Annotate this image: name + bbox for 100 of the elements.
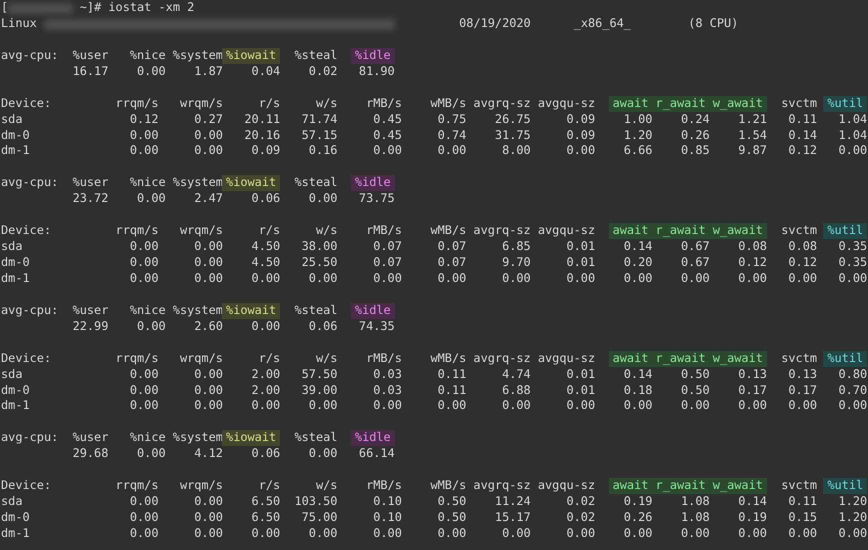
cpu-value: 22.99 [72, 318, 108, 335]
column-header: w_await [708, 223, 767, 240]
device-name: dm-0 [1, 510, 31, 526]
device-value: 1.08 [680, 510, 710, 526]
device-value: 39.00 [300, 382, 338, 398]
column-header: wMB/s [430, 478, 466, 494]
device-value: 57.50 [300, 366, 338, 382]
column-header: r/s [258, 350, 280, 367]
column-header: w/s [316, 223, 338, 240]
device-value: 0.00 [128, 366, 158, 382]
cpu-value: 0.00 [250, 318, 280, 335]
device-value: 0.00 [622, 270, 652, 287]
cpu-value: 73.75 [358, 191, 395, 208]
device-value: 0.00 [128, 128, 158, 144]
device-value: 0.17 [787, 382, 818, 398]
device-value: 11.24 [494, 494, 531, 510]
column-header: wrqm/s [180, 350, 223, 367]
column-header: %nice [130, 48, 166, 64]
column-header: %iowait [222, 302, 280, 319]
device-value: 0.00 [193, 128, 223, 144]
device-value: 0.00 [372, 526, 402, 542]
device-value: 0.00 [436, 143, 466, 160]
device-value: 0.00 [193, 239, 223, 255]
column-header: %steal [294, 430, 338, 446]
device-value: 0.75 [436, 112, 466, 128]
cpu-value: 29.68 [72, 446, 108, 462]
device-name: sda [1, 366, 24, 382]
device-value: 0.01 [565, 382, 596, 398]
device-name: dm-1 [1, 398, 31, 414]
device-value: 0.00 [680, 398, 710, 414]
device-value: 0.00 [838, 143, 868, 160]
section-label: avg-cpu: [1, 302, 58, 319]
column-header: avgqu-sz [538, 478, 596, 494]
column-header: rrqm/s [116, 223, 158, 240]
cpu-value: 0.00 [308, 191, 338, 208]
device-value: 0.03 [372, 382, 402, 398]
device-value: 31.75 [494, 128, 531, 144]
cpu-value: 1.87 [193, 64, 223, 80]
column-header: svctm [781, 96, 818, 112]
cpu-count: (8 CPU) [688, 16, 740, 32]
device-value: 0.12 [787, 255, 818, 271]
column-header: %user [72, 430, 108, 446]
device-value: 0.01 [565, 239, 596, 255]
cpu-value: 0.00 [136, 446, 166, 462]
device-value: 0.00 [680, 270, 710, 287]
device-name: dm-0 [1, 382, 31, 398]
column-header: rrqm/s [116, 478, 158, 494]
cpu-value: 0.00 [136, 318, 166, 335]
device-value: 0.85 [680, 143, 710, 160]
device-value: 0.26 [680, 128, 710, 144]
column-header: r_await [652, 350, 710, 367]
device-value: 0.00 [250, 526, 280, 542]
device-value: 2.00 [250, 382, 280, 398]
column-header: rrqm/s [116, 350, 158, 367]
device-value: 25.50 [300, 255, 338, 271]
device-value: 0.00 [787, 398, 818, 414]
column-header: r/s [258, 478, 280, 494]
device-name: dm-1 [1, 526, 31, 542]
cpu-value: 74.35 [358, 318, 395, 335]
column-header: %nice [130, 430, 166, 446]
device-value: 0.00 [737, 398, 767, 414]
column-header: w/s [316, 350, 338, 367]
column-header: w/s [316, 478, 338, 494]
device-value: 0.00 [565, 270, 596, 287]
column-header: %util [823, 350, 868, 367]
device-value: 0.11 [436, 382, 466, 398]
device-name: dm-0 [1, 255, 31, 271]
device-value: 0.24 [680, 112, 710, 128]
device-value: 0.10 [372, 510, 402, 526]
device-value: 0.12 [787, 143, 818, 160]
column-header: %system [172, 430, 223, 446]
section-label: avg-cpu: [1, 48, 58, 64]
device-value: 0.00 [128, 526, 158, 542]
device-name: sda [1, 239, 24, 255]
device-value: 26.75 [494, 112, 531, 128]
column-header: rMB/s [366, 223, 402, 240]
column-header: %steal [294, 48, 338, 64]
device-value: 0.19 [737, 510, 767, 526]
column-header: await [608, 223, 652, 240]
cpu-value: 0.02 [308, 64, 338, 80]
device-value: 1.04 [838, 128, 868, 144]
device-value: 0.00 [193, 382, 223, 398]
device-value: 8.00 [501, 143, 531, 160]
device-value: 0.03 [372, 366, 402, 382]
device-value: 0.00 [193, 398, 223, 414]
device-value: 0.09 [565, 128, 596, 144]
column-header: w_await [708, 478, 767, 494]
device-name: sda [1, 494, 24, 510]
device-value: 9.87 [737, 143, 767, 160]
column-header: r/s [258, 223, 280, 240]
device-value: 0.09 [250, 143, 280, 160]
column-header: wMB/s [430, 350, 466, 367]
device-value: 0.11 [787, 112, 818, 128]
column-header: wrqm/s [180, 96, 223, 112]
device-value: 0.11 [436, 366, 466, 382]
device-value: 0.00 [308, 398, 338, 414]
device-value: 0.15 [787, 510, 818, 526]
column-header: %steal [294, 175, 338, 192]
column-header: %util [823, 96, 868, 112]
column-header: %util [823, 223, 868, 240]
